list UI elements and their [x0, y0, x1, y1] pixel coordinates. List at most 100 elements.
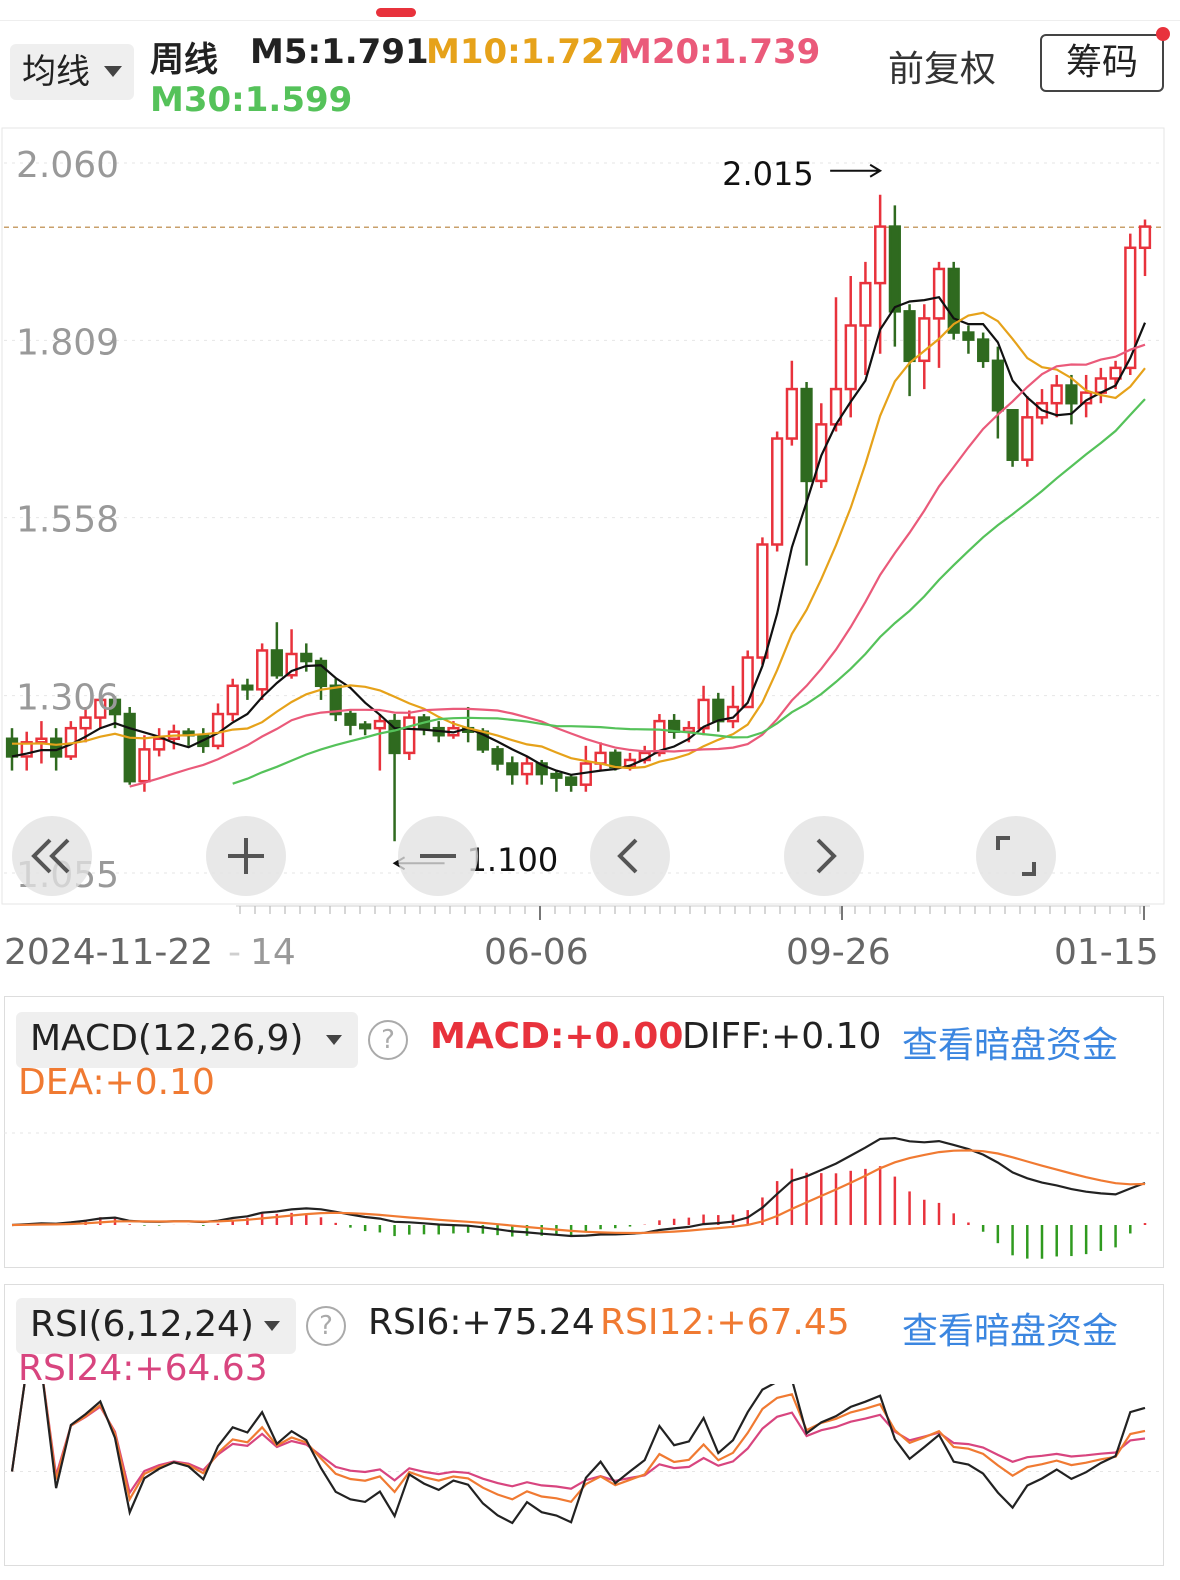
candle-body	[903, 310, 916, 363]
candle	[123, 706, 136, 785]
dea-line	[11, 1149, 1146, 1235]
candle	[256, 643, 269, 700]
candle	[859, 261, 872, 375]
svg-text:-: -	[228, 932, 241, 973]
chevron-down-icon	[326, 1035, 342, 1045]
y-tick-label: 1.306	[16, 678, 119, 719]
low-price-label: 1.100	[467, 841, 559, 879]
candle	[64, 721, 77, 760]
candle-body	[329, 684, 342, 716]
candle	[594, 742, 607, 771]
macd-chart	[4, 1132, 1162, 1259]
scroll-start-button[interactable]	[12, 816, 92, 896]
rsi12-value: RSI12:+67.45	[600, 1302, 850, 1343]
minus-icon	[420, 854, 456, 858]
y-tick-label: 2.060	[16, 145, 119, 186]
candle	[756, 537, 769, 665]
candle-body	[241, 684, 254, 691]
x-tick-label: 09-26	[786, 932, 891, 973]
candle	[668, 714, 681, 739]
macd-select-label: MACD(12,26,9)	[30, 1018, 304, 1059]
candle-body	[609, 751, 622, 769]
candle-body	[506, 762, 519, 776]
rsi-indicator-select[interactable]: RSI(6,12,24)	[16, 1298, 296, 1354]
candle	[20, 731, 33, 771]
candle-body	[1138, 225, 1152, 250]
help-icon[interactable]: ?	[368, 1020, 408, 1060]
candle	[491, 745, 504, 771]
candle-body	[256, 649, 269, 691]
candle-body	[491, 748, 504, 765]
candle	[741, 650, 754, 709]
double-chevron-left-icon	[31, 838, 70, 874]
candle-body	[785, 387, 798, 440]
candle	[182, 728, 195, 746]
candle-body	[153, 737, 166, 751]
ma10-line	[12, 311, 1146, 770]
candle	[800, 382, 813, 566]
help-icon[interactable]: ?	[306, 1306, 346, 1346]
candle-body	[1050, 384, 1063, 405]
candle-body	[815, 423, 828, 483]
candle	[1006, 409, 1019, 467]
fullscreen-button[interactable]	[976, 816, 1056, 896]
candle	[226, 678, 239, 722]
chevron-right-icon	[816, 838, 837, 874]
candle	[785, 360, 798, 446]
rsi24-line	[10, 1384, 1146, 1496]
candle	[918, 304, 931, 390]
candle	[726, 685, 740, 729]
candle-body	[991, 359, 1004, 412]
candle-body	[844, 324, 857, 391]
candle	[167, 724, 180, 750]
candle	[771, 431, 784, 552]
y-tick-label: 1.809	[16, 322, 119, 363]
candle	[962, 325, 975, 354]
chevron-down-icon	[264, 1321, 280, 1331]
rsi24-value: RSI24:+64.63	[18, 1348, 268, 1389]
candle-body	[123, 712, 136, 783]
next-button[interactable]	[784, 816, 864, 896]
candle	[1021, 396, 1034, 467]
candle	[1050, 374, 1063, 418]
candle-body	[1021, 416, 1034, 461]
macd-value: MACD:+0.00	[430, 1016, 684, 1057]
high-price-label: 2.015	[722, 155, 814, 193]
candle	[579, 745, 592, 792]
candle	[815, 403, 828, 488]
x-tick-label: 06-06	[484, 932, 589, 973]
candle	[153, 728, 166, 757]
candle-body	[756, 543, 769, 659]
candle	[359, 721, 372, 736]
candle	[1094, 367, 1107, 404]
fullscreen-icon	[996, 836, 1036, 876]
candle	[520, 756, 534, 785]
candle-body	[874, 225, 887, 285]
zoom-out-button[interactable]	[398, 816, 478, 896]
candle-body	[565, 776, 578, 786]
candle-body	[653, 719, 666, 755]
candle-body	[741, 656, 754, 709]
previous-button[interactable]	[590, 816, 670, 896]
candle-body	[800, 387, 813, 483]
candle-body	[226, 684, 239, 716]
candle	[314, 657, 328, 700]
candle	[888, 205, 901, 347]
candle-body	[359, 723, 372, 730]
x-tick-label: 14	[250, 932, 296, 973]
macd-indicator-select[interactable]: MACD(12,26,9)	[16, 1012, 358, 1068]
candle	[241, 678, 254, 700]
candle	[506, 756, 519, 785]
candle	[270, 622, 283, 679]
zoom-in-button[interactable]	[206, 816, 286, 896]
candle	[1138, 219, 1152, 277]
dea-value: DEA:+0.10	[18, 1062, 215, 1103]
candle	[712, 692, 725, 732]
dark-pool-funds-link[interactable]: 查看暗盘资金	[902, 1016, 1118, 1068]
candle-body	[138, 748, 151, 783]
candle	[977, 332, 990, 368]
dark-pool-funds-link[interactable]: 查看暗盘资金	[902, 1302, 1118, 1354]
candle	[211, 703, 225, 750]
candle-body	[79, 716, 92, 730]
chevron-left-icon	[617, 838, 638, 874]
